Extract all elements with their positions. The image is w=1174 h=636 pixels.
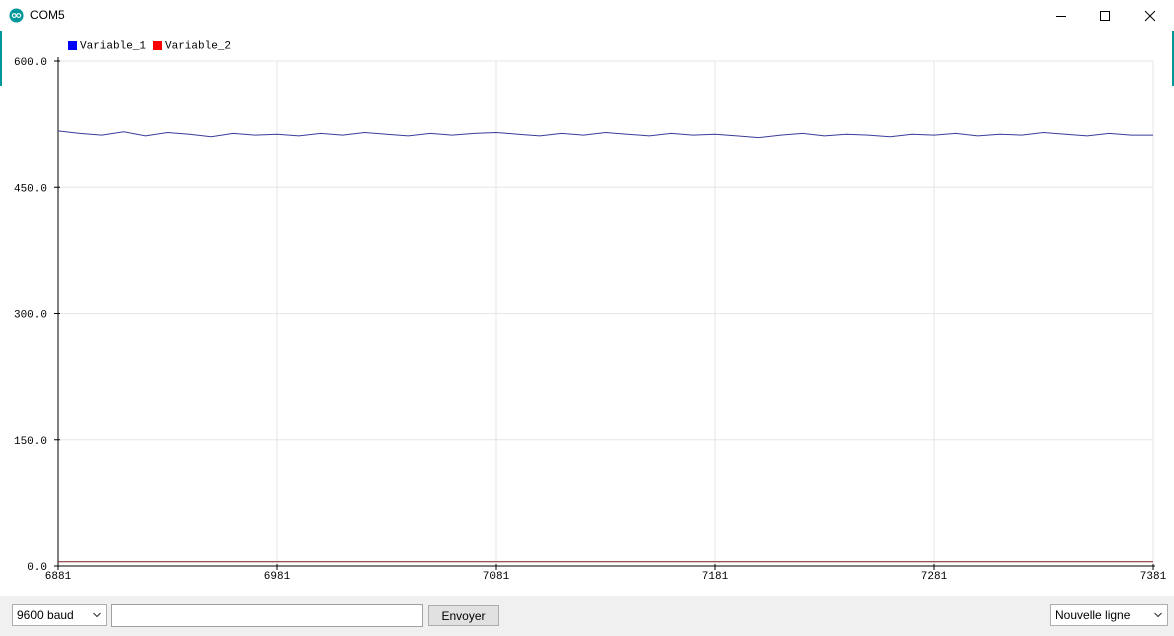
close-button[interactable] [1127,0,1173,31]
send-button[interactable]: Envoyer [428,605,499,626]
maximize-icon [1100,10,1110,21]
y-tick-label: 150.0 [14,436,47,448]
plot-canvas: 0.0150.0300.0450.0600.06881 6981 7081 7181 7… [14,41,1167,584]
serial-send-input[interactable] [111,604,423,627]
y-tick-label: 300.0 [14,310,47,322]
chevron-down-icon [1154,612,1162,618]
legend-swatch [153,41,162,50]
x-tick-label: 6981 [264,571,291,583]
y-tick-label: 450.0 [14,183,47,195]
chevron-down-icon [93,612,101,618]
line-ending-select[interactable]: Nouvelle ligne [1050,604,1168,626]
legend-swatch [68,41,77,50]
maximize-button[interactable] [1082,0,1128,31]
baud-rate-select[interactable]: 9600 baud [12,604,107,626]
title-bar: COM5 [0,0,1174,31]
y-tick-label: 600.0 [14,57,47,69]
legend-label: Variable_1 [80,41,146,53]
x-tick-label: 7381 [1140,571,1167,583]
window-title: COM5 [30,8,65,22]
serial-plotter: 0.0 150.0 300.0 450.0 600.0 6881 6981 7081 7181 7… [0,31,1174,596]
bottom-toolbar: 9600 baud Envoyer Nouvelle ligne [0,596,1174,636]
x-tick-label: 6881 [45,571,72,583]
x-tick-label: 7081 [483,571,510,583]
line-ending-value: Nouvelle ligne [1055,608,1131,622]
series-line-variable-1 [57,130,1153,139]
legend-label: Variable_2 [165,41,231,53]
minimize-button[interactable] [1038,0,1084,31]
close-icon [1144,10,1156,21]
x-tick-label: 7181 [702,571,729,583]
minimize-icon [1056,15,1066,17]
x-tick-label: 7281 [921,571,948,583]
baud-rate-value: 9600 baud [17,608,74,622]
arduino-icon [9,8,24,23]
